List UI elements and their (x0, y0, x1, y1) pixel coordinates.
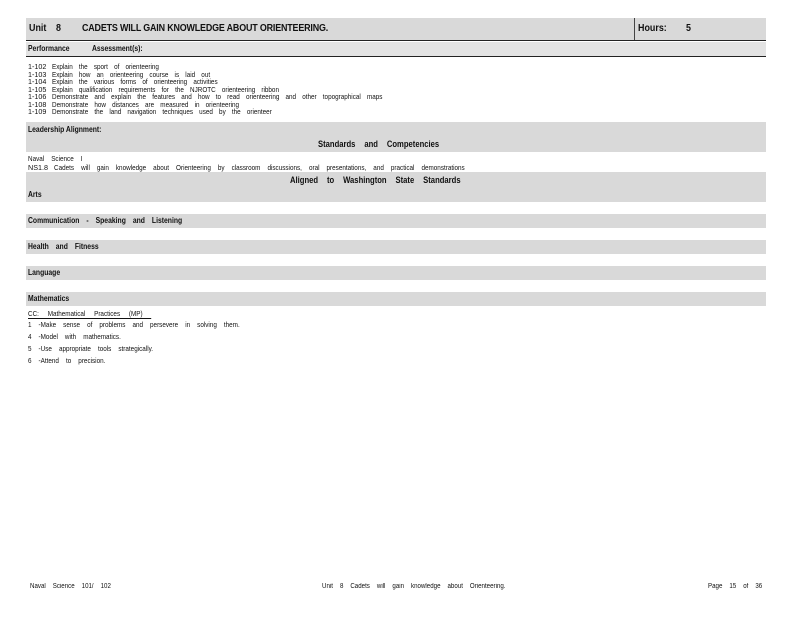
performance-list: 1-102 Explain the sport of orienteering … (26, 63, 766, 116)
document-page: Unit 8 CADETS WILL GAIN KNOWLEDGE ABOUT … (26, 18, 766, 367)
naval-science-title: Naval Science I (28, 153, 83, 163)
category-mathematics: Mathematics (26, 291, 766, 306)
washington-standards-bar: Aligned to Washington State Standards Ar… (26, 171, 766, 202)
category-language: Language (26, 265, 766, 280)
category-communication: Communication - Speaking and Listening (26, 213, 766, 228)
hours-value: 5 (686, 22, 691, 34)
footer-page-number: Page 15 of 36 (708, 583, 763, 590)
list-item: 1 -Make sense of problems and persevere … (28, 319, 240, 329)
performance-header-bar: Performance Assessment(s): (26, 42, 766, 57)
unit-title: CADETS WILL GAIN KNOWLEDGE ABOUT ORIENTE… (82, 22, 329, 34)
footer-unit: Unit 8 Cadets will gain knowledge about … (322, 583, 506, 590)
category-health: Health and Fitness (26, 239, 766, 254)
unit-number: 8 (56, 22, 61, 34)
list-item: 1-109 Demonstrate the land navigation te… (28, 107, 272, 116)
leadership-alignment-bar: Leadership Alignment: Standards and Comp… (26, 121, 766, 152)
arts-label: Arts (28, 189, 42, 199)
leadership-label: Leadership Alignment: (28, 124, 102, 134)
hours-label: Hours: (638, 22, 667, 34)
standards-heading: Standards and Competencies (318, 138, 440, 149)
naval-science-standard: NS1.8 Cadets will gain knowledge about O… (28, 162, 465, 172)
assessment-label: Assessment(s): (92, 44, 143, 53)
unit-label: Unit (29, 22, 47, 34)
performance-label: Performance (28, 44, 70, 53)
footer-course: Naval Science 101/ 102 (30, 583, 111, 590)
list-item: 4 -Model with mathematics. (28, 331, 121, 341)
washington-heading: Aligned to Washington State Standards (290, 174, 461, 185)
list-item: 5 -Use appropriate tools strategically. (28, 343, 154, 353)
list-item: 6 -Attend to precision. (28, 355, 106, 365)
cc-mathematical-practices-heading: CC: Mathematical Practices (MP) (26, 309, 766, 319)
hours-divider (634, 18, 635, 40)
unit-header-bar: Unit 8 CADETS WILL GAIN KNOWLEDGE ABOUT … (26, 18, 766, 41)
